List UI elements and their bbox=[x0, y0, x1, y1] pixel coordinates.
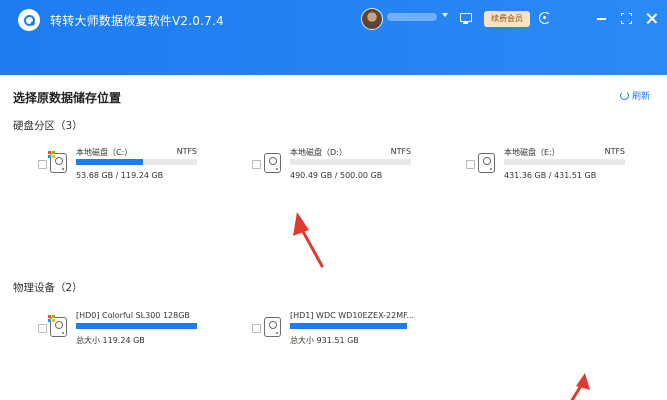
annotation-arrows bbox=[293, 212, 590, 400]
annotation-arrow-d bbox=[293, 212, 324, 268]
annotation-arrow-bottom bbox=[570, 373, 590, 400]
